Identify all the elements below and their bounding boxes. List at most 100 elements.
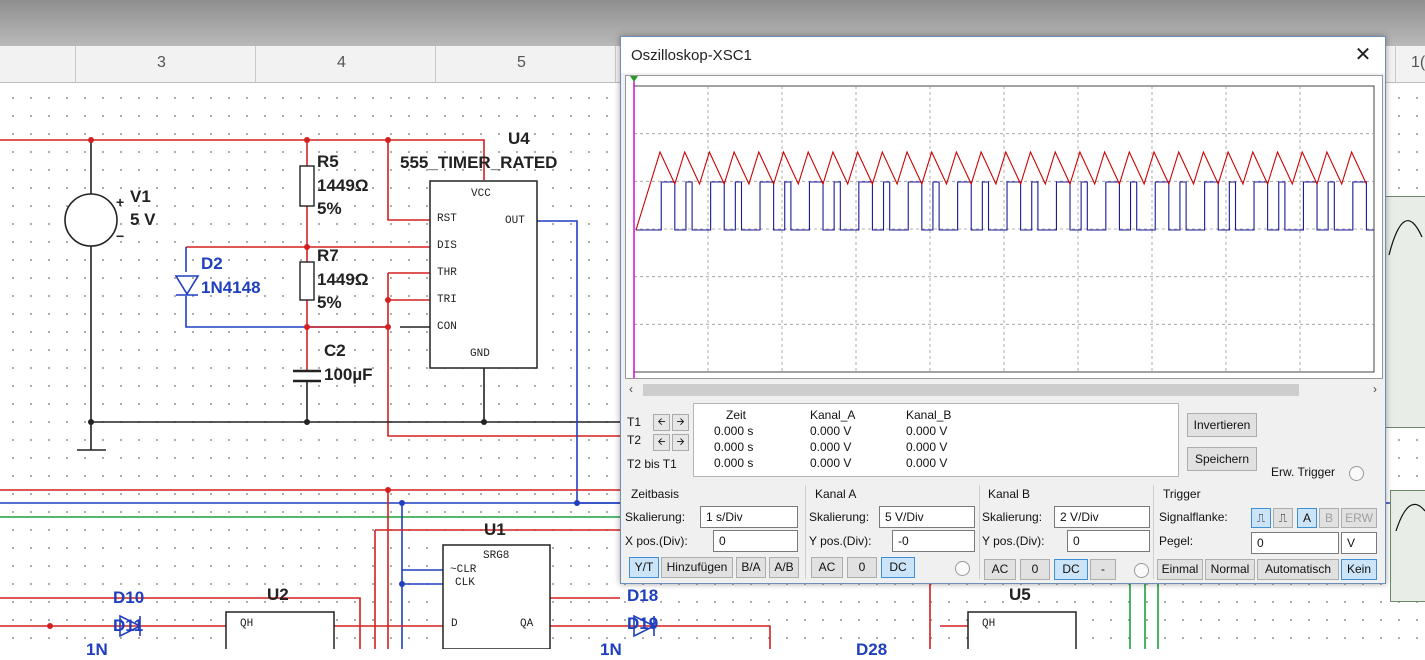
trigger-normal-button[interactable]: Normal xyxy=(1205,559,1255,580)
channel-b-zero-button[interactable]: 0 xyxy=(1020,559,1050,580)
invert-button[interactable]: Invertieren xyxy=(1187,413,1257,437)
scrollbar-thumb[interactable] xyxy=(643,384,1299,396)
trigger-auto-button[interactable]: Automatisch xyxy=(1257,559,1339,580)
readout-t1-time: 0.000 s xyxy=(714,424,754,438)
channel-b-minus-button[interactable]: - xyxy=(1090,559,1116,580)
u1-pin-d: D xyxy=(451,618,458,630)
v1-value: 5 V xyxy=(130,210,156,229)
readout-t1-a: 0.000 V xyxy=(810,424,852,438)
scroll-right-icon[interactable]: › xyxy=(1373,382,1377,396)
channel-a-ypos-label: Y pos.(Div): xyxy=(809,534,872,548)
channel-a-scale-label: Skalierung: xyxy=(809,510,870,524)
mode-yt-button[interactable]: Y/T xyxy=(629,557,659,578)
wire-u5-red[interactable] xyxy=(929,582,968,649)
channel-b-ac-button[interactable]: AC xyxy=(984,559,1016,580)
channel-a-zero-button[interactable]: 0 xyxy=(847,557,877,578)
channel-b-trace xyxy=(636,181,1374,231)
ext-trigger-label: Erw. Trigger xyxy=(1271,465,1336,479)
u4-pin-gnd: GND xyxy=(470,348,490,360)
u4-pin-vcc: VCC xyxy=(471,188,491,200)
section-divider xyxy=(805,485,806,579)
channel-a-dc-button[interactable]: DC xyxy=(881,557,915,578)
close-icon[interactable]: ✕ xyxy=(1349,41,1377,69)
timebase-xpos-input[interactable]: 0 xyxy=(713,530,798,552)
ext-trigger-radio[interactable] xyxy=(1349,466,1364,481)
u1-pin-qa: QA xyxy=(520,618,534,630)
u4-pin-tri: TRI xyxy=(437,294,457,306)
oscilloscope-title: Oszilloskop-XSC1 xyxy=(631,47,752,64)
cursor-t1-marker[interactable] xyxy=(630,76,638,82)
wire-out[interactable] xyxy=(536,220,620,504)
v1-plus: + xyxy=(116,194,125,210)
mode-add-button[interactable]: Hinzufügen xyxy=(661,557,733,578)
wire-u1-inputs[interactable] xyxy=(402,569,443,585)
t2-t1-label: T2 bis T1 xyxy=(627,457,677,471)
r5-symbol[interactable] xyxy=(299,165,315,207)
cursor-controls: T1 🡨 🡪 T2 🡨 🡪 T2 bis T1 xyxy=(623,401,691,475)
readout-header-b: Kanal_B xyxy=(906,408,952,422)
u1-pin-clr: ~CLR xyxy=(450,564,477,576)
trigger-section: Trigger Signalflanke: ⎍ ⎍ A B ERW Pegel:… xyxy=(1157,483,1383,580)
channel-a-scale-input[interactable]: 5 V/Div xyxy=(879,506,975,528)
save-button[interactable]: Speichern xyxy=(1187,447,1257,471)
v1-minus: − xyxy=(116,228,125,244)
r7-symbol[interactable] xyxy=(299,261,315,301)
trigger-none-button[interactable]: Kein xyxy=(1341,559,1377,580)
u1-name: U1 xyxy=(484,520,506,539)
oscilloscope-window[interactable]: Oszilloskop-XSC1 ✕ ‹ › T1 🡨 🡪 T2 🡨 🡪 T2 … xyxy=(620,36,1386,584)
u1-part: SRG8 xyxy=(483,550,510,562)
mode-ba-button[interactable]: B/A xyxy=(736,557,766,578)
falling-edge-icon[interactable]: ⎍ xyxy=(1273,508,1293,528)
d2-symbol[interactable] xyxy=(174,275,200,296)
trigger-source-ext-button[interactable]: ERW xyxy=(1341,508,1377,528)
scope-grid xyxy=(634,86,1374,372)
readout-t2-b: 0.000 V xyxy=(906,440,948,454)
channel-a-trace xyxy=(635,150,1367,231)
wire-right-bus[interactable] xyxy=(1129,582,1159,649)
t1-label: T1 xyxy=(627,415,642,429)
channel-a-ac-button[interactable]: AC xyxy=(811,557,843,578)
mode-ab-button[interactable]: A/B xyxy=(769,557,799,578)
scroll-left-icon[interactable]: ‹ xyxy=(629,382,633,396)
scope-scrollbar[interactable]: ‹ › xyxy=(625,382,1381,398)
t1-left-arrow-icon[interactable]: 🡨 xyxy=(653,414,670,431)
oscilloscope-titlebar[interactable]: Oszilloskop-XSC1 ✕ xyxy=(621,37,1385,73)
wire-d2-bottom[interactable] xyxy=(185,296,388,328)
v1-source-symbol[interactable] xyxy=(64,193,118,247)
u4-pin-rst: RST xyxy=(437,213,457,225)
channel-a-ypos-input[interactable]: -0 xyxy=(892,530,975,552)
channel-b-ypos-input[interactable]: 0 xyxy=(1067,530,1150,552)
trigger-level-unit[interactable]: V xyxy=(1341,532,1377,554)
u1-pin-clk: CLK xyxy=(455,577,475,589)
c2-symbol[interactable] xyxy=(293,369,321,383)
u4-pin-thr: THR xyxy=(437,267,457,279)
t2-label: T2 xyxy=(627,433,642,447)
trigger-source-a-button[interactable]: A xyxy=(1297,508,1317,528)
channel-a-radio[interactable] xyxy=(955,561,970,576)
d19-name: D19 xyxy=(627,614,659,633)
side-instrument-window-2[interactable] xyxy=(1390,490,1425,602)
channel-b-dc-button[interactable]: DC xyxy=(1054,559,1088,580)
t2-right-arrow-icon[interactable]: 🡪 xyxy=(672,434,689,451)
timebase-scale-input[interactable]: 1 s/Div xyxy=(700,506,798,528)
trigger-source-b-button[interactable]: B xyxy=(1319,508,1339,528)
readout-diff-b: 0.000 V xyxy=(906,456,948,470)
section-divider xyxy=(979,485,980,579)
channel-b-radio[interactable] xyxy=(1134,563,1149,578)
r7-value: 1449Ω xyxy=(317,270,369,289)
trigger-single-button[interactable]: Einmal xyxy=(1157,559,1203,580)
timebase-xpos-label: X pos.(Div): xyxy=(625,534,688,548)
side-instrument-window[interactable] xyxy=(1383,196,1425,428)
readout-diff-time: 0.000 s xyxy=(714,456,754,470)
d11-name: D11 xyxy=(113,616,144,635)
trigger-level-input[interactable]: 0 xyxy=(1251,532,1339,554)
wire-rst[interactable] xyxy=(387,140,430,221)
r7-name: R7 xyxy=(317,246,339,265)
oscilloscope-screen[interactable] xyxy=(625,75,1383,379)
t2-left-arrow-icon[interactable]: 🡨 xyxy=(653,434,670,451)
channel-b-scale-input[interactable]: 2 V/Div xyxy=(1054,506,1150,528)
channel-b-ypos-label: Y pos.(Div): xyxy=(982,534,1045,548)
t1-right-arrow-icon[interactable]: 🡪 xyxy=(672,414,689,431)
rising-edge-icon[interactable]: ⎍ xyxy=(1251,508,1271,528)
u4-pin-out: OUT xyxy=(505,215,525,227)
